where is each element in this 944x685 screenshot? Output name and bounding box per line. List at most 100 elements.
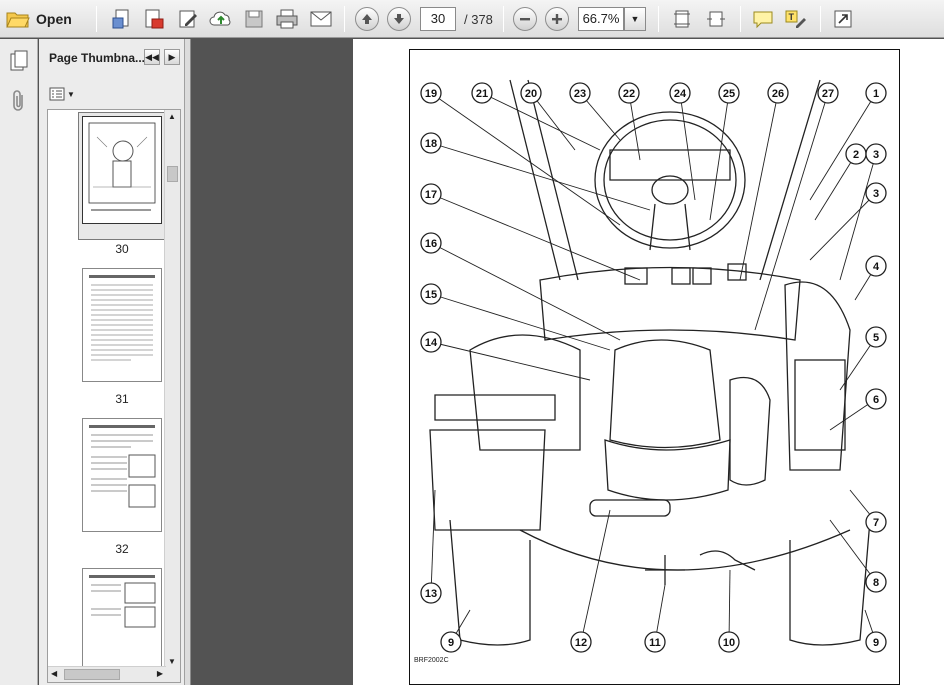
zoom-out-button[interactable] (513, 7, 537, 31)
pedal-brake-right (692, 267, 712, 285)
scroll-right-icon[interactable]: ▶ (157, 669, 163, 678)
callout-leader-line (430, 193, 641, 281)
fit-width-icon (707, 11, 725, 27)
comment-icon (753, 11, 773, 29)
thumbnail-page[interactable] (82, 268, 162, 382)
thumbnail-label: 31 (115, 392, 129, 406)
callout-leader-line (809, 192, 877, 261)
hitch-lever (645, 555, 685, 585)
toolbar-separator (503, 6, 504, 32)
callout-18: 18 (420, 132, 442, 154)
callout-17: 17 (420, 183, 442, 205)
cab-floor-rear (519, 529, 851, 571)
scroll-up-icon[interactable]: ▲ (168, 112, 176, 121)
chevron-right-icon: ▶ (168, 51, 176, 62)
open-button[interactable]: Open (6, 7, 82, 31)
print-button[interactable] (274, 7, 300, 31)
thumbnail-horizontal-scrollbar[interactable]: ◀ ▶ (48, 666, 166, 682)
callout-19: 19 (420, 82, 442, 104)
callout-22: 22 (618, 82, 640, 104)
scroll-left-icon[interactable]: ◀ (51, 669, 57, 678)
callout-4: 4 (865, 255, 887, 277)
zoom-input[interactable]: 66.7% (578, 7, 624, 31)
left-fender (449, 519, 531, 646)
next-page-icon (394, 14, 404, 24)
fit-page-button[interactable] (670, 7, 694, 31)
attachments-button[interactable] (7, 89, 31, 113)
page-preview-image (89, 425, 156, 508)
highlight-button[interactable]: T (783, 7, 809, 31)
edit-icon (179, 10, 197, 28)
callout-leader-line (430, 242, 621, 341)
horizontal-scroll-thumb[interactable] (64, 669, 120, 680)
save-icon (245, 10, 263, 28)
collapse-panel-button[interactable]: ◀◀ (144, 49, 160, 65)
previous-page-button[interactable] (355, 7, 379, 31)
cab-pillar-right (759, 79, 821, 281)
callout-number: 2 (853, 149, 859, 161)
navigation-rail (0, 39, 38, 685)
seat-cushion (604, 439, 731, 501)
callout-9: 9 (865, 631, 887, 653)
comment-button[interactable] (751, 7, 775, 31)
thumbnails-panel: Page Thumbna... ◀◀ ▶ ▼ 30 31 32 ▲ ▼ ◀ ▶ (39, 39, 185, 685)
callout-number: 7 (873, 517, 879, 529)
callout-leader-line (580, 509, 611, 643)
thumbnail-page[interactable] (82, 116, 162, 224)
email-icon (310, 11, 332, 27)
create-pdf-button[interactable] (142, 7, 166, 31)
toolbar-separator (658, 6, 659, 32)
callout-14: 14 (420, 331, 442, 353)
zoom-dropdown-button[interactable]: ▼ (624, 7, 646, 31)
fit-width-button[interactable] (704, 7, 728, 31)
save-button[interactable] (242, 7, 266, 31)
callout-8: 8 (865, 571, 887, 593)
next-page-button[interactable] (387, 7, 411, 31)
callout-number: 16 (425, 238, 437, 250)
edit-pdf-button[interactable] (176, 7, 200, 31)
zoom-out-icon (520, 18, 530, 21)
callout-21: 21 (471, 82, 493, 104)
main-toolbar: Open 30 / 378 66.7% ▼ T (0, 0, 944, 38)
steering-spokes (649, 203, 691, 251)
callout-1: 1 (865, 82, 887, 104)
upload-button[interactable] (208, 7, 234, 31)
callout-leader-line (430, 293, 611, 351)
callout-leader-line (754, 92, 829, 331)
callout-26: 26 (767, 82, 789, 104)
vertical-scroll-thumb[interactable] (167, 166, 178, 182)
panel-forward-button[interactable]: ▶ (164, 49, 180, 65)
document-background (191, 39, 353, 685)
callout-leader-line (530, 92, 576, 151)
print-setup-button[interactable] (110, 7, 134, 31)
thumbnail-vertical-scrollbar[interactable]: ▲ ▼ (164, 110, 180, 682)
callout-number: 10 (723, 637, 735, 649)
scroll-down-icon[interactable]: ▼ (168, 657, 176, 666)
thumbnail-page[interactable] (82, 418, 162, 532)
zoom-in-button[interactable] (545, 7, 569, 31)
pedal-brake-left (671, 267, 691, 285)
floor-hatch (589, 499, 671, 517)
prev-page-icon (362, 14, 372, 24)
page-preview-image (88, 122, 156, 211)
seat-backrest (609, 339, 721, 449)
chevron-down-icon: ▼ (67, 89, 75, 99)
fullscreen-button[interactable] (831, 7, 855, 31)
callout-number: 1 (873, 88, 879, 100)
email-button[interactable] (308, 7, 334, 31)
pages-icon (10, 50, 28, 71)
fit-page-icon (674, 10, 690, 28)
callout-13: 13 (420, 582, 442, 604)
callout-number: 17 (425, 189, 437, 201)
page-number-input[interactable]: 30 (420, 7, 456, 31)
callout-number: 9 (448, 637, 454, 649)
thumbnail-list: 30 31 32 ▲ ▼ ◀ ▶ (47, 109, 181, 683)
callout-number: 13 (425, 588, 437, 600)
callout-24: 24 (669, 82, 691, 104)
callout-20: 20 (520, 82, 542, 104)
toolbar-separator (96, 6, 97, 32)
thumbnail-options-button[interactable]: ▼ (49, 85, 75, 103)
print-setup-icon (112, 9, 129, 29)
page-preview-image (89, 275, 155, 361)
page-thumbnails-button[interactable] (7, 49, 31, 73)
